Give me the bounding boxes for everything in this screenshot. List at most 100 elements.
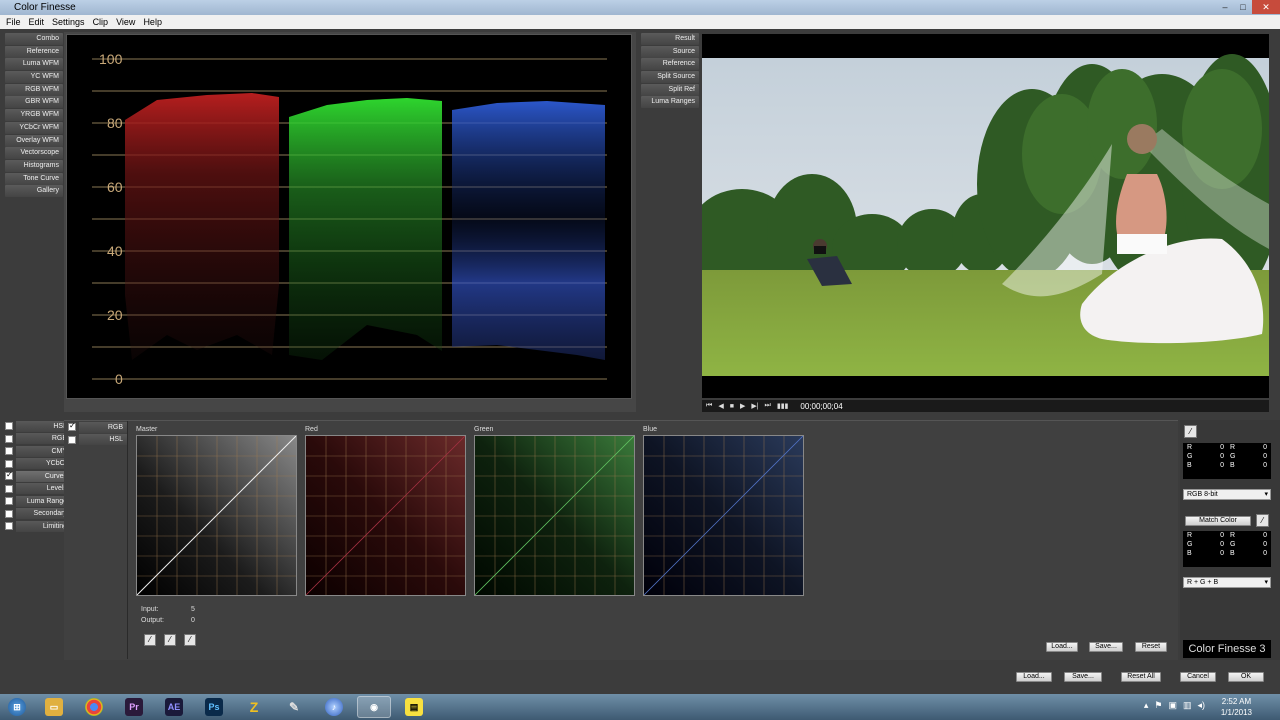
tab-result[interactable]: Result [641,33,699,45]
green-curve-editor[interactable] [474,435,635,596]
tab-gbr-wfm[interactable]: GBR WFM [5,96,63,109]
taskbar-photoshop[interactable]: Ps [197,696,231,718]
secondary-checkbox[interactable] [5,509,13,518]
mode-hsl-checkbox[interactable] [68,435,76,444]
match-mode-select[interactable]: R + G + B [1183,577,1271,588]
taskbar-app-pen[interactable]: ✎ [277,696,311,718]
reset-all-button[interactable]: Reset All [1121,672,1161,682]
tab-source[interactable]: Source [641,45,699,58]
ycbcr-checkbox[interactable] [5,459,13,468]
tab-reference[interactable]: Reference [5,45,63,58]
tab-yc-wfm[interactable]: YC WFM [5,71,63,84]
match-eyedropper-icon[interactable]: ⁄ [1256,514,1269,527]
cmy-checkbox[interactable] [5,447,13,456]
menu-help[interactable]: Help [139,15,166,29]
tab-luma-ranges[interactable]: Luma Ranges [641,96,699,109]
taskbar-color-finesse[interactable]: ◉ [357,696,391,718]
tab-histograms[interactable]: Histograms [5,159,63,172]
tab-split-source[interactable]: Split Source [641,71,699,84]
tab-viewer-reference[interactable]: Reference [641,58,699,71]
tab-ycbcr-wfm[interactable]: YCbCr WFM [5,121,63,134]
panel-divider [127,421,128,659]
levels-checkbox[interactable] [5,484,13,493]
taskbar-app-zigzag[interactable]: Z [237,696,271,718]
tab-hsl[interactable]: HSL [5,420,71,433]
sample-eyedropper-icon[interactable]: ⁄ [1184,425,1197,438]
ok-button[interactable]: OK [1228,672,1264,682]
load-curve-button[interactable]: Load... [1046,642,1078,652]
step-forward-icon[interactable]: ▶| [751,402,758,410]
go-to-end-icon[interactable]: ⏭ [765,402,771,410]
tab-luma-range[interactable]: Luma Range [5,495,71,508]
minimize-button[interactable]: – [1216,0,1234,14]
mode-rgb-checkbox[interactable] [68,421,76,432]
system-clock[interactable]: 2:52 AM 1/1/2013 [1221,696,1252,718]
tab-levels[interactable]: Levels [5,483,71,496]
cancel-button[interactable]: Cancel [1180,672,1216,682]
white-eyedropper-icon[interactable]: ⁄ [184,634,196,646]
tab-curves[interactable]: Curves [5,470,71,483]
tab-yrgb-wfm[interactable]: YRGB WFM [5,109,63,122]
taskbar-itunes[interactable]: ♪ [317,696,351,718]
taskbar-explorer[interactable]: ▭ [37,696,71,718]
tab-overlay-wfm[interactable]: Overlay WFM [5,134,63,147]
luma-range-checkbox[interactable] [5,497,13,506]
menu-view[interactable]: View [112,15,139,29]
menu-settings[interactable]: Settings [48,15,89,29]
scope-label-0: 0 [115,371,123,387]
mode-rgb[interactable]: RGB [68,421,127,434]
taskbar-sticky-notes[interactable]: ▤ [397,696,431,718]
play-icon[interactable]: ▶ [740,402,745,410]
s1-g-label: G [1187,453,1193,460]
scope-label-40: 40 [107,243,123,259]
tab-combo[interactable]: Combo [5,33,63,45]
gray-eyedropper-icon[interactable]: ⁄ [164,634,176,646]
match-color-button[interactable]: Match Color [1185,516,1251,526]
rgb-checkbox[interactable] [5,434,13,443]
bit-depth-select[interactable]: RGB 8-bit [1183,489,1271,500]
tab-limiting[interactable]: Limiting [5,520,71,533]
tab-split-ref[interactable]: Split Ref [641,83,699,96]
tab-rgb[interactable]: RGB [5,433,71,446]
stop-icon[interactable]: ■ [730,403,734,410]
load-button[interactable]: Load... [1016,672,1052,682]
correction-tab-list: HSL RGB CMY YCbCr Curves Levels Luma Ran… [5,420,71,533]
monitor-icon[interactable]: ▣ [1168,700,1177,711]
tab-ycbcr[interactable]: YCbCr [5,458,71,471]
go-to-start-icon[interactable]: ⏮ [706,402,712,410]
tab-rgb-wfm[interactable]: RGB WFM [5,83,63,96]
maximize-button[interactable]: □ [1234,0,1252,14]
volume-icon[interactable]: ◂) [1197,700,1205,711]
reset-curve-button[interactable]: Reset [1135,642,1167,652]
tab-gallery[interactable]: Gallery [5,185,63,198]
system-tray: ▴ ⚑ ▣ ▥ ◂) [1144,700,1205,711]
tab-secondary[interactable]: Secondary [5,508,71,521]
tab-luma-wfm[interactable]: Luma WFM [5,58,63,71]
taskbar-after-effects[interactable]: AE [157,696,191,718]
red-curve-editor[interactable] [305,435,466,596]
close-button[interactable]: ✕ [1252,0,1280,14]
taskbar-premiere[interactable]: Pr [117,696,151,718]
start-button[interactable]: ⊞ [3,696,31,718]
taskbar-chrome[interactable] [77,696,111,718]
flag-icon[interactable]: ⚑ [1154,700,1162,711]
step-back-icon[interactable]: ◀ [718,402,723,410]
tab-cmy[interactable]: CMY [5,445,71,458]
hsl-checkbox[interactable] [5,422,13,431]
save-curve-button[interactable]: Save... [1089,642,1123,652]
menu-edit[interactable]: Edit [25,15,49,29]
expand-tray-icon[interactable]: ▴ [1144,700,1149,711]
network-icon[interactable]: ▥ [1183,700,1192,711]
limiting-checkbox[interactable] [5,522,13,531]
black-eyedropper-icon[interactable]: ⁄ [144,634,156,646]
menu-clip[interactable]: Clip [89,15,113,29]
frames-icon[interactable]: ▮▮▮ [777,402,789,410]
master-curve-editor[interactable] [136,435,297,596]
mode-hsl[interactable]: HSL [68,434,127,447]
tab-tone-curve[interactable]: Tone Curve [5,172,63,185]
save-button[interactable]: Save... [1064,672,1102,682]
blue-curve-editor[interactable] [643,435,804,596]
menu-file[interactable]: File [2,15,25,29]
curves-checkbox[interactable] [5,470,13,481]
tab-vectorscope[interactable]: Vectorscope [5,147,63,160]
